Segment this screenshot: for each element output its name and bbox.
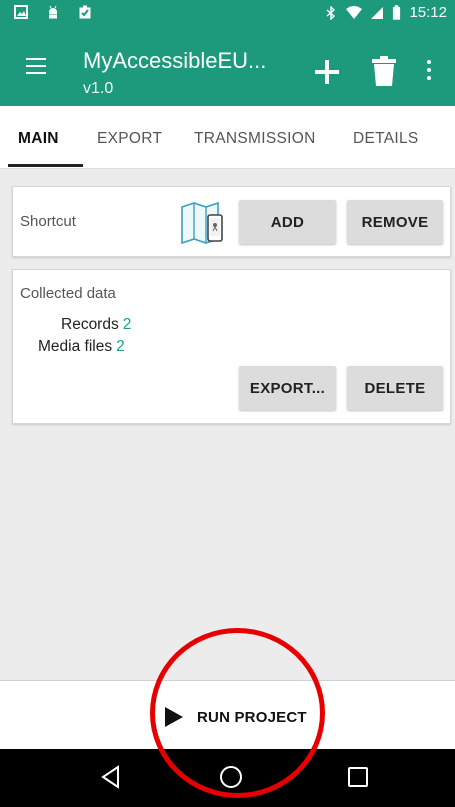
map-phone-icon <box>181 201 223 245</box>
records-label: Records <box>61 316 119 333</box>
collected-data-card: Collected data Records 2 Media files 2 EXP… <box>12 269 451 424</box>
shortcut-label: Shortcut <box>20 213 76 230</box>
main-content: Shortcut ADD REMOVE Collected data Recor… <box>0 168 455 680</box>
app-bar: MyAccessibleEU... v1.0 <box>0 28 455 106</box>
tab-export[interactable]: EXPORT <box>97 130 162 148</box>
clipboard-check-icon <box>79 5 91 19</box>
run-project-label: RUN PROJECT <box>197 708 307 726</box>
shortcut-card: Shortcut ADD REMOVE <box>12 186 451 257</box>
status-time: 15:12 <box>409 4 447 21</box>
tab-indicator <box>8 164 83 167</box>
tab-main[interactable]: MAIN <box>18 130 59 148</box>
app-title: MyAccessibleEU... <box>83 48 267 73</box>
export-data-button[interactable]: EXPORT... <box>239 366 336 410</box>
system-nav-bar <box>0 749 455 807</box>
records-value: 2 <box>122 316 132 333</box>
add-shortcut-button[interactable]: ADD <box>239 200 336 244</box>
home-icon[interactable] <box>219 765 243 789</box>
records-row: Records 2 <box>61 316 131 334</box>
remove-shortcut-button[interactable]: REMOVE <box>347 200 443 244</box>
tab-details[interactable]: DETAILS <box>353 130 419 148</box>
more-vert-icon[interactable] <box>425 60 433 84</box>
tab-transmission[interactable]: TRANSMISSION <box>194 130 316 148</box>
android-icon <box>49 5 57 19</box>
run-area: RUN PROJECT <box>0 680 455 749</box>
bluetooth-icon <box>326 5 336 20</box>
media-files-row: Media files 2 <box>38 338 125 356</box>
add-icon[interactable] <box>313 58 341 86</box>
media-files-value: 2 <box>116 338 125 355</box>
collected-data-title: Collected data <box>20 285 116 302</box>
battery-icon <box>393 5 401 20</box>
back-icon[interactable] <box>100 765 122 789</box>
delete-data-button[interactable]: DELETE <box>347 366 443 410</box>
status-bar: 15:12 <box>0 0 455 28</box>
gallery-icon <box>14 5 28 19</box>
play-icon <box>165 707 183 727</box>
tab-bar: MAIN EXPORT TRANSMISSION DETAILS <box>0 106 455 168</box>
wifi-icon <box>346 5 363 19</box>
trash-icon[interactable] <box>370 55 398 87</box>
media-files-label: Media files <box>38 338 113 355</box>
app-version: v1.0 <box>83 80 114 97</box>
menu-icon[interactable] <box>26 58 46 74</box>
run-project-button[interactable]: RUN PROJECT <box>165 707 307 727</box>
signal-icon <box>371 6 384 19</box>
recents-icon[interactable] <box>348 767 368 787</box>
